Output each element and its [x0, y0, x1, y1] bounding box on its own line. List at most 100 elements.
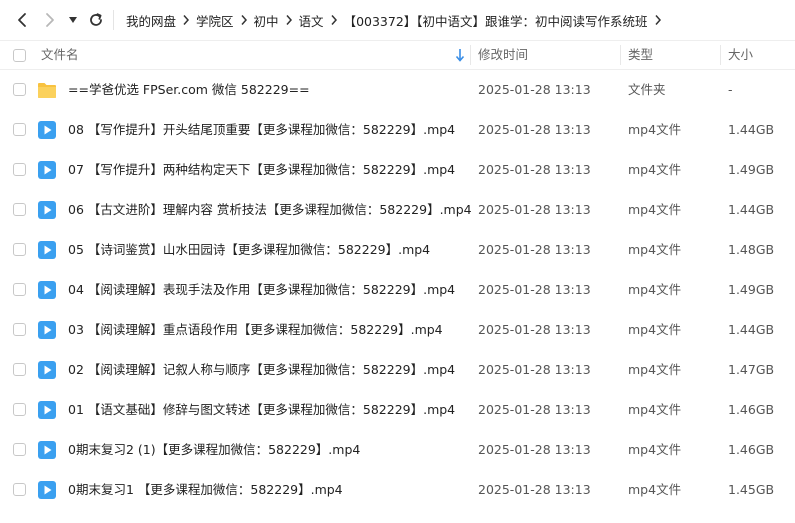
file-size: 1.49GB [728, 282, 775, 297]
file-name[interactable]: 02 【阅读理解】记叙人称与顺序【更多课程加微信：582229】.mp4 [68, 350, 455, 390]
column-header-size[interactable]: 大小 [728, 41, 753, 69]
row-checkbox[interactable] [13, 283, 26, 296]
column-header-name[interactable]: 文件名 [41, 41, 79, 69]
column-header-type[interactable]: 类型 [628, 41, 653, 69]
file-modified-date: 2025-01-28 13:13 [478, 362, 591, 377]
file-type: mp4文件 [628, 362, 682, 377]
folder-icon [37, 80, 57, 100]
file-type: mp4文件 [628, 402, 682, 417]
column-divider[interactable] [620, 45, 621, 65]
file-name[interactable]: 0期末复习1 【更多课程加微信：582229】.mp4 [68, 470, 343, 510]
file-row[interactable]: 07 【写作提升】两种结构定天下【更多课程加微信：582229】.mp4 202… [0, 150, 795, 190]
file-row[interactable]: 01 【语文基础】修辞与图文转述【更多课程加微信：582229】.mp4 202… [0, 390, 795, 430]
file-size: 1.46GB [728, 402, 775, 417]
file-modified-date: 2025-01-28 13:13 [478, 482, 591, 497]
breadcrumb-item[interactable]: 语文 [299, 11, 324, 30]
column-divider[interactable] [470, 45, 471, 65]
video-file-icon [37, 320, 57, 340]
caret-down-icon[interactable] [66, 10, 80, 30]
breadcrumb-item-root[interactable]: 我的网盘 [126, 11, 176, 30]
file-row[interactable]: 04 【阅读理解】表现手法及作用【更多课程加微信：582229】.mp4 202… [0, 270, 795, 310]
video-file-icon [37, 240, 57, 260]
file-type: mp4文件 [628, 442, 682, 457]
file-row[interactable]: 05 【诗词鉴赏】山水田园诗【更多课程加微信：582229】.mp4 2025-… [0, 230, 795, 270]
breadcrumb-item[interactable]: 学院区 [196, 11, 234, 30]
file-type: mp4文件 [628, 282, 682, 297]
toolbar-divider [113, 10, 114, 30]
video-file-icon [37, 120, 57, 140]
row-checkbox[interactable] [13, 323, 26, 336]
breadcrumb-item-current[interactable]: 【003372】【初中语文】跟谁学：初中阅读写作系统班 [344, 11, 648, 30]
file-size: 1.44GB [728, 202, 775, 217]
video-file-icon [37, 280, 57, 300]
file-name[interactable]: 01 【语文基础】修辞与图文转述【更多课程加微信：582229】.mp4 [68, 390, 455, 430]
row-checkbox[interactable] [13, 243, 26, 256]
file-name[interactable]: 0期末复习2 (1)【更多课程加微信：582229】.mp4 [68, 430, 360, 470]
chevron-left-icon[interactable] [12, 10, 32, 30]
arrow-down-icon[interactable] [454, 48, 466, 62]
row-checkbox[interactable] [13, 203, 26, 216]
file-type: mp4文件 [628, 242, 682, 257]
file-size: 1.44GB [728, 322, 775, 337]
chevron-right-icon [234, 14, 254, 26]
video-file-icon [37, 200, 57, 220]
row-checkbox[interactable] [13, 163, 26, 176]
row-checkbox[interactable] [13, 123, 26, 136]
video-file-icon [37, 360, 57, 380]
file-name[interactable]: 06 【古文进阶】理解内容 赏析技法【更多课程加微信：582229】.mp4 [68, 190, 472, 230]
chevron-right-icon [324, 14, 344, 26]
file-row[interactable]: 03 【阅读理解】重点语段作用【更多课程加微信：582229】.mp4 2025… [0, 310, 795, 350]
row-checkbox[interactable] [13, 403, 26, 416]
chevron-right-icon [176, 14, 196, 26]
column-divider[interactable] [720, 45, 721, 65]
file-type: mp4文件 [628, 482, 682, 497]
file-row[interactable]: 0期末复习2 (1)【更多课程加微信：582229】.mp4 2025-01-2… [0, 430, 795, 470]
file-type: 文件夹 [628, 82, 666, 97]
file-type: mp4文件 [628, 162, 682, 177]
chevron-right-icon[interactable] [648, 14, 668, 26]
row-checkbox[interactable] [13, 83, 26, 96]
file-type: mp4文件 [628, 122, 682, 137]
file-size: 1.48GB [728, 242, 775, 257]
file-row[interactable]: ==学爸优选 FPSer.com 微信 582229== 2025-01-28 … [0, 70, 795, 110]
file-name[interactable]: 05 【诗词鉴赏】山水田园诗【更多课程加微信：582229】.mp4 [68, 230, 430, 270]
row-checkbox[interactable] [13, 443, 26, 456]
row-checkbox[interactable] [13, 483, 26, 496]
file-size: - [728, 82, 733, 97]
chevron-right-icon[interactable] [40, 10, 60, 30]
refresh-icon[interactable] [86, 10, 106, 30]
file-row[interactable]: 02 【阅读理解】记叙人称与顺序【更多课程加微信：582229】.mp4 202… [0, 350, 795, 390]
file-modified-date: 2025-01-28 13:13 [478, 242, 591, 257]
row-checkbox[interactable] [13, 363, 26, 376]
column-header-modified[interactable]: 修改时间 [478, 41, 528, 69]
video-file-icon [37, 400, 57, 420]
file-name[interactable]: 03 【阅读理解】重点语段作用【更多课程加微信：582229】.mp4 [68, 310, 443, 350]
file-modified-date: 2025-01-28 13:13 [478, 282, 591, 297]
file-size: 1.47GB [728, 362, 775, 377]
file-type: mp4文件 [628, 202, 682, 217]
breadcrumb-item[interactable]: 初中 [254, 11, 279, 30]
file-row[interactable]: 0期末复习1 【更多课程加微信：582229】.mp4 2025-01-28 1… [0, 470, 795, 510]
file-modified-date: 2025-01-28 13:13 [478, 122, 591, 137]
file-size: 1.44GB [728, 122, 775, 137]
file-modified-date: 2025-01-28 13:13 [478, 442, 591, 457]
video-file-icon [37, 160, 57, 180]
file-list-header: 文件名 修改时间 类型 大小 [0, 40, 795, 70]
file-name[interactable]: 04 【阅读理解】表现手法及作用【更多课程加微信：582229】.mp4 [68, 270, 455, 310]
video-file-icon [37, 440, 57, 460]
file-name[interactable]: ==学爸优选 FPSer.com 微信 582229== [68, 70, 310, 110]
file-name[interactable]: 08 【写作提升】开头结尾顶重要【更多课程加微信：582229】.mp4 [68, 110, 455, 150]
breadcrumb: 我的网盘 学院区 初中 语文 【003372】【初中语文】跟谁学：初中阅读写作系… [126, 0, 668, 40]
chevron-right-icon [279, 14, 299, 26]
select-all-checkbox[interactable] [13, 49, 26, 62]
file-row[interactable]: 06 【古文进阶】理解内容 赏析技法【更多课程加微信：582229】.mp4 2… [0, 190, 795, 230]
file-modified-date: 2025-01-28 13:13 [478, 82, 591, 97]
file-size: 1.46GB [728, 442, 775, 457]
file-row[interactable]: 08 【写作提升】开头结尾顶重要【更多课程加微信：582229】.mp4 202… [0, 110, 795, 150]
file-size: 1.45GB [728, 482, 775, 497]
toolbar: 我的网盘 学院区 初中 语文 【003372】【初中语文】跟谁学：初中阅读写作系… [0, 0, 795, 40]
file-modified-date: 2025-01-28 13:13 [478, 322, 591, 337]
file-modified-date: 2025-01-28 13:13 [478, 162, 591, 177]
file-modified-date: 2025-01-28 13:13 [478, 202, 591, 217]
file-name[interactable]: 07 【写作提升】两种结构定天下【更多课程加微信：582229】.mp4 [68, 150, 455, 190]
